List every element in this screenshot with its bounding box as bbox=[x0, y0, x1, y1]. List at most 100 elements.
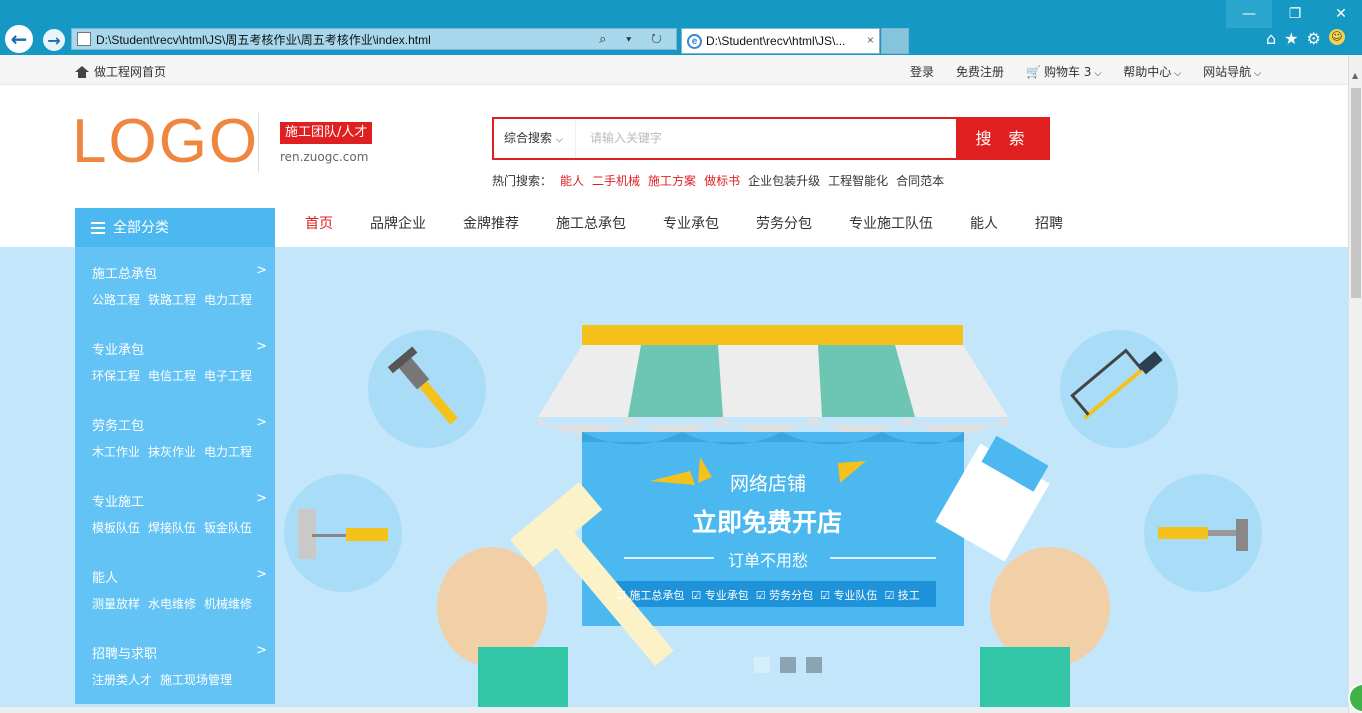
search-box: 综合搜索 ⌵ 请输入关键字 搜 索 bbox=[492, 117, 1050, 160]
home-link[interactable]: 做工程网首页 bbox=[75, 63, 166, 80]
sitenav-link[interactable]: 网站导航 ⌵ bbox=[1203, 63, 1261, 80]
feedback-smile-icon[interactable]: ☺ bbox=[1328, 29, 1345, 45]
house-icon bbox=[75, 65, 89, 78]
hot-search-link[interactable]: 合同范本 bbox=[896, 172, 944, 189]
address-tools[interactable]: ⌕ ▾ ↻ bbox=[599, 31, 670, 47]
category-link[interactable]: 电力工程 bbox=[204, 443, 252, 460]
address-text: D:\Student\recv\html\JS\周五考核作业\周五考核作业\in… bbox=[96, 32, 431, 47]
nav-talent[interactable]: 能人 bbox=[970, 213, 998, 233]
category-link[interactable]: 电信工程 bbox=[148, 367, 196, 384]
cart-icon: 🛒 bbox=[1026, 65, 1041, 79]
nav-brand[interactable]: 品牌企业 bbox=[370, 213, 426, 233]
category-title[interactable]: 专业承包 bbox=[92, 339, 144, 358]
scroll-up-icon[interactable]: ▲ bbox=[1352, 71, 1358, 80]
hot-search-link[interactable]: 二手机械 bbox=[592, 172, 640, 189]
category-link[interactable]: 钣金队伍 bbox=[204, 519, 252, 536]
section-badge: 施工团队/人才 bbox=[280, 122, 373, 144]
category-link[interactable]: 注册类人才 bbox=[92, 671, 152, 688]
nav-teams[interactable]: 专业施工队伍 bbox=[849, 213, 933, 233]
category-group[interactable]: 招聘与求职 > 注册类人才 施工现场管理 bbox=[92, 643, 267, 688]
chevron-down-icon: ⌵ bbox=[1254, 69, 1261, 79]
minimize-button[interactable]: — bbox=[1226, 0, 1272, 28]
back-button[interactable]: ← bbox=[3, 23, 35, 55]
chevron-down-icon: ⌵ bbox=[1094, 69, 1102, 79]
category-link[interactable]: 电力工程 bbox=[204, 291, 252, 308]
menu-icon bbox=[91, 219, 105, 237]
search-button[interactable]: 搜 索 bbox=[956, 117, 1050, 160]
category-title[interactable]: 劳务工包 bbox=[92, 415, 144, 434]
nav-jobs[interactable]: 招聘 bbox=[1035, 213, 1063, 233]
nav-professional-contract[interactable]: 专业承包 bbox=[663, 213, 719, 233]
category-group[interactable]: 能人 > 测量放样 水电维修 机械维修 bbox=[92, 567, 267, 612]
gear-icon[interactable]: ⚙ bbox=[1307, 29, 1321, 48]
category-link[interactable]: 机械维修 bbox=[204, 595, 252, 612]
help-label: 帮助中心 bbox=[1123, 65, 1172, 79]
cart-label: 购物车 3 bbox=[1043, 65, 1092, 79]
category-link[interactable]: 模板队伍 bbox=[92, 519, 140, 536]
address-bar[interactable]: D:\Student\recv\html\JS\周五考核作业\周五考核作业\in… bbox=[71, 28, 677, 50]
hot-search-link[interactable]: 施工方案 bbox=[648, 172, 696, 189]
nav-labor[interactable]: 劳务分包 bbox=[756, 213, 812, 233]
category-title[interactable]: 施工总承包 bbox=[92, 263, 157, 282]
chevron-right-icon: > bbox=[256, 263, 267, 278]
all-categories-button[interactable]: 全部分类 bbox=[75, 208, 275, 248]
search-input[interactable]: 请输入关键字 bbox=[590, 119, 662, 158]
page-icon bbox=[77, 32, 91, 46]
forward-button[interactable]: → bbox=[41, 27, 67, 53]
close-window-button[interactable]: ✕ bbox=[1318, 0, 1362, 28]
favorites-star-icon[interactable]: ★ bbox=[1284, 29, 1298, 48]
category-group[interactable]: 劳务工包 > 木工作业 抹灰作业 电力工程 bbox=[92, 415, 267, 460]
divider bbox=[258, 113, 259, 173]
chevron-right-icon: > bbox=[256, 415, 267, 430]
category-title[interactable]: 能人 bbox=[92, 567, 118, 586]
category-group[interactable]: 专业施工 > 模板队伍 焊接队伍 钣金队伍 bbox=[92, 491, 267, 536]
category-link[interactable]: 测量放样 bbox=[92, 595, 140, 612]
domain-text: ren.zuogc.com bbox=[280, 150, 369, 164]
cart-link[interactable]: 🛒 购物车 3 ⌵ bbox=[1026, 63, 1101, 80]
banner-tag: ☑ 技工 bbox=[884, 589, 920, 602]
browser-tab[interactable]: e D:\Student\recv\html\JS\... × bbox=[681, 28, 880, 54]
home-icon[interactable]: ⌂ bbox=[1266, 29, 1276, 48]
nav-home[interactable]: 首页 bbox=[305, 213, 333, 233]
category-group[interactable]: 专业承包 > 环保工程 电信工程 电子工程 bbox=[92, 339, 267, 384]
carousel-dot[interactable] bbox=[806, 657, 822, 673]
register-link[interactable]: 免费注册 bbox=[956, 63, 1004, 80]
category-link[interactable]: 抹灰作业 bbox=[148, 443, 196, 460]
home-link-label: 做工程网首页 bbox=[94, 65, 167, 79]
hot-search-link[interactable]: 工程智能化 bbox=[828, 172, 888, 189]
category-link[interactable]: 电子工程 bbox=[204, 367, 252, 384]
hot-search-link[interactable]: 做标书 bbox=[704, 172, 740, 189]
category-link[interactable]: 施工现场管理 bbox=[160, 671, 232, 688]
carousel-dot[interactable] bbox=[754, 657, 770, 673]
site-logo[interactable]: LOGO bbox=[72, 108, 259, 176]
hot-search-link[interactable]: 能人 bbox=[560, 172, 584, 189]
category-link[interactable]: 水电维修 bbox=[148, 595, 196, 612]
login-link[interactable]: 登录 bbox=[910, 63, 934, 80]
banner-tag: ☑ 劳务分包 bbox=[755, 589, 814, 602]
category-link[interactable]: 环保工程 bbox=[92, 367, 140, 384]
category-link[interactable]: 焊接队伍 bbox=[148, 519, 196, 536]
nav-general-contract[interactable]: 施工总承包 bbox=[556, 213, 626, 233]
category-link[interactable]: 铁路工程 bbox=[148, 291, 196, 308]
chevron-down-icon: ⌵ bbox=[1174, 69, 1182, 79]
restore-button[interactable]: ❐ bbox=[1272, 0, 1318, 28]
scrollbar-thumb[interactable] bbox=[1351, 88, 1361, 298]
banner-line-1: 网络店铺 bbox=[730, 473, 807, 495]
new-tab-button[interactable] bbox=[881, 28, 909, 54]
search-category-select[interactable]: 综合搜索 ⌵ bbox=[494, 119, 576, 158]
category-link[interactable]: 公路工程 bbox=[92, 291, 140, 308]
nav-gold[interactable]: 金牌推荐 bbox=[463, 213, 519, 233]
carousel-dot[interactable] bbox=[780, 657, 796, 673]
all-categories-label: 全部分类 bbox=[113, 220, 169, 236]
help-link[interactable]: 帮助中心 ⌵ bbox=[1123, 63, 1181, 80]
category-group[interactable]: 施工总承包 > 公路工程 铁路工程 电力工程 bbox=[92, 263, 267, 308]
category-link[interactable]: 木工作业 bbox=[92, 443, 140, 460]
chevron-right-icon: > bbox=[256, 491, 267, 506]
category-title[interactable]: 专业施工 bbox=[92, 491, 144, 510]
banner-tag: ☑ 施工总承包 bbox=[616, 589, 685, 602]
scrollbar[interactable]: ▲ bbox=[1348, 55, 1362, 713]
category-title[interactable]: 招聘与求职 bbox=[92, 643, 157, 662]
close-tab-icon[interactable]: × bbox=[867, 33, 874, 47]
hot-search: 热门搜索： 能人 二手机械 施工方案 做标书 企业包装升级 工程智能化 合同范本 bbox=[492, 172, 952, 189]
hot-search-link[interactable]: 企业包装升级 bbox=[748, 172, 820, 189]
